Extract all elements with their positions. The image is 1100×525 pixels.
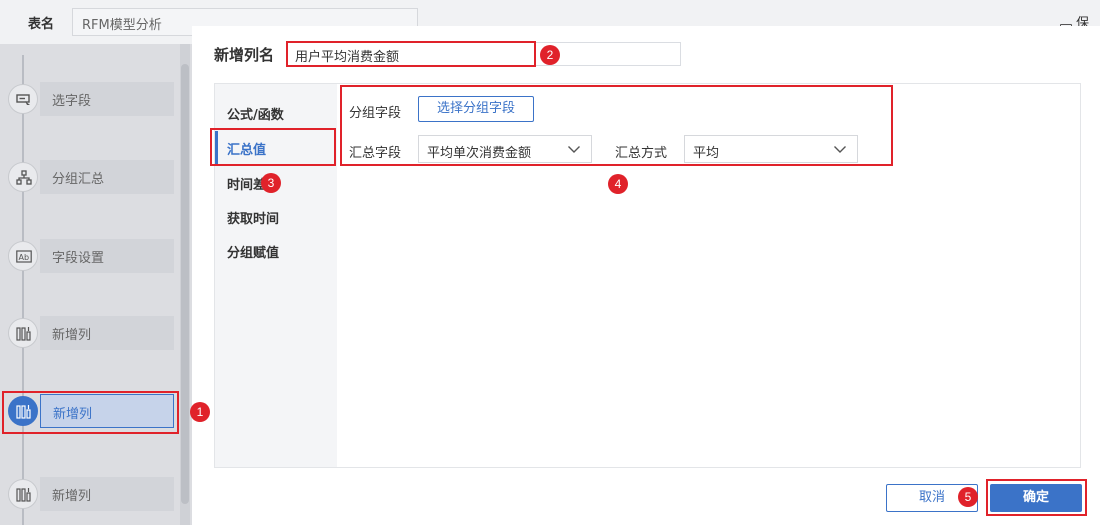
tab-get-time[interactable]: 获取时间: [227, 208, 279, 227]
add-column-icon: [8, 479, 38, 509]
select-field-icon: [8, 84, 38, 114]
step-add-column-3[interactable]: 新增列: [4, 477, 174, 511]
step-panel: [0, 44, 192, 525]
field-settings-icon: Ab: [8, 241, 38, 271]
annotation-box-summary-settings: [340, 85, 893, 166]
tab-formula[interactable]: 公式/函数: [227, 104, 284, 123]
table-name-label: 表名: [28, 17, 55, 32]
annotation-badge-5: 5: [958, 487, 978, 507]
step-group-summary[interactable]: 分组汇总: [4, 160, 174, 194]
step-label: 新增列: [40, 316, 174, 350]
step-label: 选字段: [40, 82, 174, 116]
scrollbar-thumb[interactable]: [181, 64, 189, 504]
step-add-column-1[interactable]: 新增列: [4, 316, 174, 350]
annotation-badge-1: 1: [190, 402, 210, 422]
annotation-badge-3: 3: [261, 173, 281, 193]
group-tree-icon: [8, 162, 38, 192]
annotation-badge-2: 2: [540, 45, 560, 65]
step-label: 字段设置: [40, 239, 174, 273]
add-column-icon: [8, 318, 38, 348]
annotation-box-step: [2, 391, 179, 434]
dialog-title: 新增列名: [214, 46, 275, 64]
step-panel-scrollbar[interactable]: [180, 44, 190, 525]
svg-text:Ab: Ab: [19, 253, 30, 262]
annotation-box-summary-tab: [210, 128, 336, 166]
step-connector-line: [22, 55, 24, 525]
annotation-box-confirm: [986, 479, 1087, 516]
step-label: 新增列: [40, 477, 174, 511]
annotation-badge-4: 4: [608, 174, 628, 194]
step-label: 分组汇总: [40, 160, 174, 194]
step-select-field[interactable]: 选字段: [4, 82, 174, 116]
annotation-box-column-name: [286, 41, 536, 67]
step-field-settings[interactable]: Ab 字段设置: [4, 239, 174, 273]
tab-group-assign[interactable]: 分组赋值: [227, 242, 279, 261]
